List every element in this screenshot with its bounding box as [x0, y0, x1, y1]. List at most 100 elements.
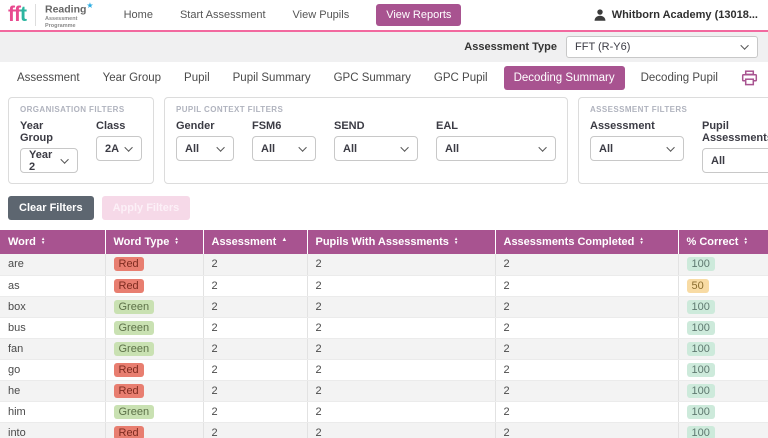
class-select[interactable]: 2A — [96, 136, 142, 161]
panel-title: ASSESSMENT FILTERS — [590, 105, 688, 114]
column-header-word-type[interactable]: Word Type ▲ ▼ — [105, 230, 204, 254]
chevron-down-icon — [60, 154, 69, 164]
chevron-down-icon — [666, 142, 675, 152]
year-group-select[interactable]: Year 2 — [20, 148, 78, 173]
tab-gpc-pupil[interactable]: GPC Pupil — [427, 66, 495, 90]
pct-correct-badge: 100 — [686, 299, 715, 314]
field-label: Gender — [176, 120, 215, 132]
table-row: are Red 2 2 2 100 — [0, 254, 768, 276]
sort-asc-icon: ▲ — [281, 237, 288, 244]
tab-gpc-summary[interactable]: GPC Summary — [327, 66, 418, 90]
field-label: Assessment — [590, 120, 655, 132]
product-sub-line1: Assessment — [45, 15, 78, 22]
assessments-completed-cell: 2 — [495, 317, 679, 339]
table-row: bus Green 2 2 2 100 — [0, 317, 768, 339]
pct-correct-badge: 100 — [686, 320, 715, 335]
assessment-cell: 2 — [203, 401, 308, 423]
pct-correct-cell: 100 — [678, 338, 768, 360]
word-type-cell: Green — [105, 317, 204, 339]
word-cell: are — [0, 254, 106, 276]
field-label: EAL — [436, 120, 458, 132]
send-select[interactable]: All — [334, 136, 418, 161]
word-cell: fan — [0, 338, 106, 360]
sort-icon: ▲ ▼ — [743, 236, 748, 246]
fsm6-select[interactable]: All — [252, 136, 316, 161]
pct-correct-badge: 100 — [686, 257, 715, 272]
nav-item-view-reports[interactable]: View Reports — [376, 4, 462, 26]
user-icon — [594, 9, 606, 21]
nav-item-view-pupils[interactable]: View Pupils — [293, 9, 350, 21]
assessments-completed-cell: 2 — [495, 380, 679, 402]
word-type-cell: Green — [105, 338, 204, 360]
assessment-cell: 2 — [203, 359, 308, 381]
product-title: Reading★ Assessment Programme — [45, 0, 94, 29]
eal-select[interactable]: All — [436, 136, 556, 161]
column-header-assessments-completed[interactable]: Assessments Completed ▲ ▼ — [495, 230, 679, 254]
assessment-type-select[interactable]: FFT (R-Y6) — [566, 36, 758, 58]
assessment-select[interactable]: All — [590, 136, 684, 161]
pupils-with-assessments-cell: 2 — [307, 422, 496, 438]
table-row: box Green 2 2 2 100 — [0, 296, 768, 318]
word-type-badge: Green — [113, 320, 155, 335]
chevron-down-icon — [298, 142, 307, 152]
table-body: are Red 2 2 2 100 as Red 2 2 2 50 box Green 2 2 2 100 bus G… — [0, 254, 768, 438]
panel-title: PUPIL CONTEXT FILTERS — [176, 105, 284, 114]
account-name: Whitborn Academy (13018... — [611, 9, 758, 21]
send-field: SEND All — [334, 120, 418, 161]
print-button[interactable] — [741, 70, 758, 86]
word-type-cell: Red — [105, 380, 204, 402]
nav-item-start-assessment[interactable]: Start Assessment — [180, 9, 266, 21]
assessment-type-value: FFT (R-Y6) — [575, 41, 631, 53]
column-header-pct-correct[interactable]: % Correct ▲ ▼ — [678, 230, 768, 254]
decoding-summary-table: Word ▲ ▼ Word Type ▲ ▼ Assessment ▲ Pupils Wi… — [0, 230, 768, 438]
word-type-badge: Red — [113, 257, 144, 272]
tab-decoding-pupil[interactable]: Decoding Pupil — [634, 66, 725, 90]
nav-item-home[interactable]: Home — [124, 9, 153, 21]
assessment-cell: 2 — [203, 254, 308, 276]
pupils-with-assessments-cell: 2 — [307, 254, 496, 276]
clear-filters-button[interactable]: Clear Filters — [8, 196, 94, 220]
field-label: SEND — [334, 120, 365, 132]
column-header-pupils-with-assessments[interactable]: Pupils With Assessments ▲ ▼ — [307, 230, 496, 254]
table-header-row: Word ▲ ▼ Word Type ▲ ▼ Assessment ▲ Pupils Wi… — [0, 230, 768, 254]
word-type-badge: Red — [113, 362, 144, 377]
organisation-filters-panel: ORGANISATION FILTERS Year Group Year 2 C… — [8, 97, 154, 184]
word-cell: as — [0, 275, 106, 297]
filter-actions: Clear Filters Apply Filters — [0, 190, 768, 230]
tab-assessment[interactable]: Assessment — [10, 66, 87, 90]
gender-select[interactable]: All — [176, 136, 234, 161]
tab-year-group[interactable]: Year Group — [96, 66, 168, 90]
pct-correct-cell: 100 — [678, 422, 768, 438]
assessments-completed-cell: 2 — [495, 275, 679, 297]
sort-icon: ▲ ▼ — [40, 236, 46, 246]
class-field: Class 2A — [96, 120, 142, 173]
assessment-filters-panel: ASSESSMENT FILTERS Assessment All Pupil … — [578, 97, 768, 184]
main-nav: Home Start Assessment View Pupils View R… — [124, 4, 462, 26]
panel-title: ORGANISATION FILTERS — [20, 105, 125, 114]
table-row: into Red 2 2 2 100 — [0, 422, 768, 438]
fft-logo[interactable]: fft — [8, 4, 27, 27]
apply-filters-button[interactable]: Apply Filters — [101, 196, 191, 220]
pct-correct-cell: 100 — [678, 380, 768, 402]
pct-correct-badge: 100 — [686, 341, 715, 356]
chevron-down-icon — [124, 142, 133, 152]
field-label: Year Group — [20, 120, 53, 144]
column-label: % Correct — [686, 236, 739, 248]
table-row: him Green 2 2 2 100 — [0, 401, 768, 423]
pupil-assessments-select[interactable]: All — [702, 148, 768, 173]
account-menu[interactable]: Whitborn Academy (13018... — [593, 8, 758, 22]
pct-correct-cell: 100 — [678, 317, 768, 339]
column-header-word[interactable]: Word ▲ ▼ — [0, 230, 106, 254]
tab-pupil[interactable]: Pupil — [177, 66, 217, 90]
tab-pupil-summary[interactable]: Pupil Summary — [226, 66, 318, 90]
pupils-with-assessments-cell: 2 — [307, 359, 496, 381]
assessment-cell: 2 — [203, 422, 308, 438]
pct-correct-badge: 100 — [686, 383, 715, 398]
assessments-completed-cell: 2 — [495, 296, 679, 318]
column-header-assessment[interactable]: Assessment ▲ — [203, 230, 308, 254]
printer-icon — [741, 70, 758, 86]
assessments-completed-cell: 2 — [495, 338, 679, 360]
assessments-completed-cell: 2 — [495, 254, 679, 276]
tab-decoding-summary[interactable]: Decoding Summary — [503, 66, 625, 90]
chevron-down-icon — [740, 41, 749, 50]
